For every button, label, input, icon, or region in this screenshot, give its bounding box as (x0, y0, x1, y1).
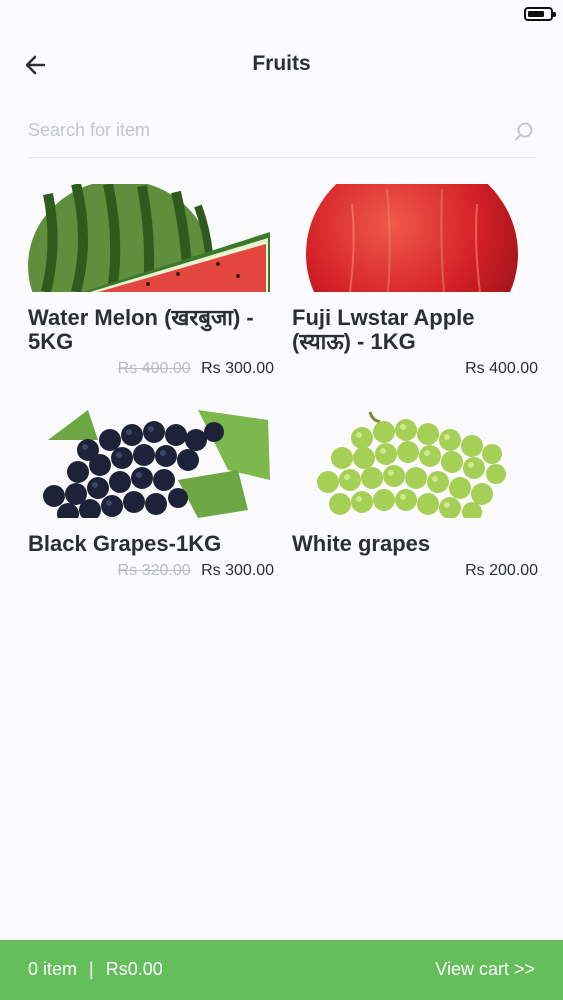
product-image-white-grapes (292, 410, 534, 518)
product-image-black-grapes (28, 410, 270, 518)
status-bar (0, 0, 563, 28)
product-card-fuji-apple[interactable]: Fuji Lwstar Apple (स्याऊ) - 1KG Rs 400.0… (292, 184, 538, 394)
product-name: Fuji Lwstar Apple (स्याऊ) - 1KG (292, 305, 475, 354)
product-old-price: Rs 400.00 (117, 360, 191, 377)
product-price: Rs 300.00 (201, 360, 274, 377)
search-icon[interactable] (512, 120, 536, 144)
product-price: Rs 200.00 (465, 562, 538, 579)
product-name: Water Melon (खरबुजा) - 5KG (28, 305, 254, 354)
search-input[interactable] (28, 110, 498, 150)
product-image-fuji-apple (292, 184, 534, 292)
header: Fruits (0, 40, 563, 90)
product-name: White grapes (292, 531, 431, 556)
battery-icon (524, 7, 556, 21)
product-card-water-melon[interactable]: Water Melon (खरबुजा) - 5KG Rs 400.00 Rs … (28, 184, 274, 394)
search-bar (28, 110, 536, 158)
product-image-water-melon (28, 184, 270, 292)
product-name: Black Grapes-1KG (28, 531, 222, 556)
product-old-price: Rs 320.00 (117, 562, 191, 579)
cart-item-count: 0 item (28, 959, 78, 979)
product-price: Rs 300.00 (201, 562, 274, 579)
page-title: Fruits (252, 52, 311, 75)
view-cart-button[interactable]: View cart >> (435, 959, 535, 980)
product-card-white-grapes[interactable]: White grapes Rs 200.00 (292, 410, 538, 620)
product-price: Rs 400.00 (465, 360, 538, 377)
cart-bar: 0 item | Rs0.00 View cart >> (0, 940, 563, 1000)
cart-summary: 0 item | Rs0.00 (28, 959, 163, 980)
cart-separator: | (89, 959, 94, 979)
cart-total: Rs0.00 (105, 959, 163, 979)
product-card-black-grapes[interactable]: Black Grapes-1KG Rs 320.00 Rs 300.00 (28, 410, 274, 620)
